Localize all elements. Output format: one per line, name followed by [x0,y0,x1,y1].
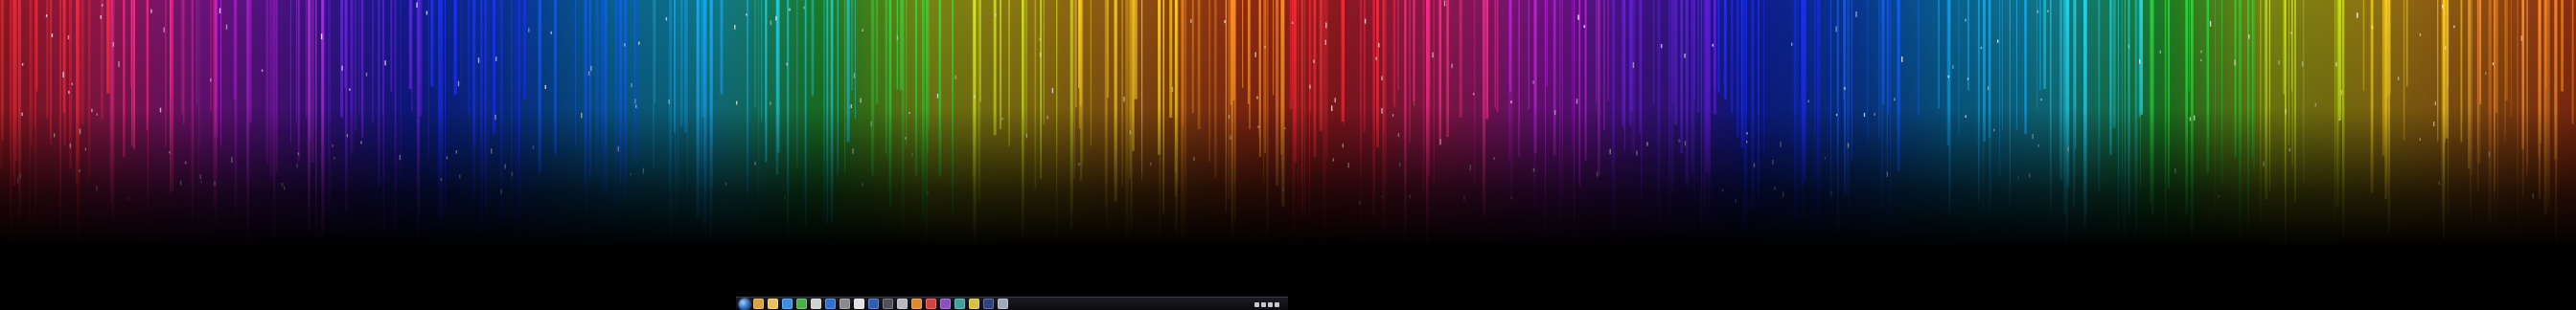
app-icon-green[interactable] [796,299,807,309]
app-icon-dark[interactable] [883,299,893,309]
app-icon-red[interactable] [926,299,936,309]
volume-icon[interactable] [1268,301,1273,307]
file-explorer-icon[interactable] [753,299,764,309]
taskbar [736,297,1288,310]
network-icon[interactable] [1261,301,1266,307]
tray-arrow-icon[interactable] [1254,301,1259,307]
app-icon-orange[interactable] [911,299,922,309]
app-icon-purple[interactable] [940,299,951,309]
app-icon-blue[interactable] [868,299,879,309]
app-icon-teal[interactable] [954,299,965,309]
desktop-wallpaper [0,0,2576,310]
start-button[interactable] [739,298,750,310]
app-icon-light[interactable] [897,299,908,309]
app-icon-white[interactable] [854,299,864,309]
app-icon-silver[interactable] [998,299,1008,309]
app-icon-navy[interactable] [983,299,994,309]
app-icon-gray[interactable] [840,299,850,309]
taskbar-pinned-apps [753,298,1012,310]
desktop [0,0,2576,310]
media-player-icon[interactable] [825,299,836,309]
system-tray [1254,298,1284,310]
notepad-icon[interactable] [811,299,821,309]
app-icon-yellow[interactable] [969,299,979,309]
folder-icon[interactable] [768,299,778,309]
internet-explorer-icon[interactable] [782,299,793,309]
flag-icon[interactable] [1275,301,1279,307]
